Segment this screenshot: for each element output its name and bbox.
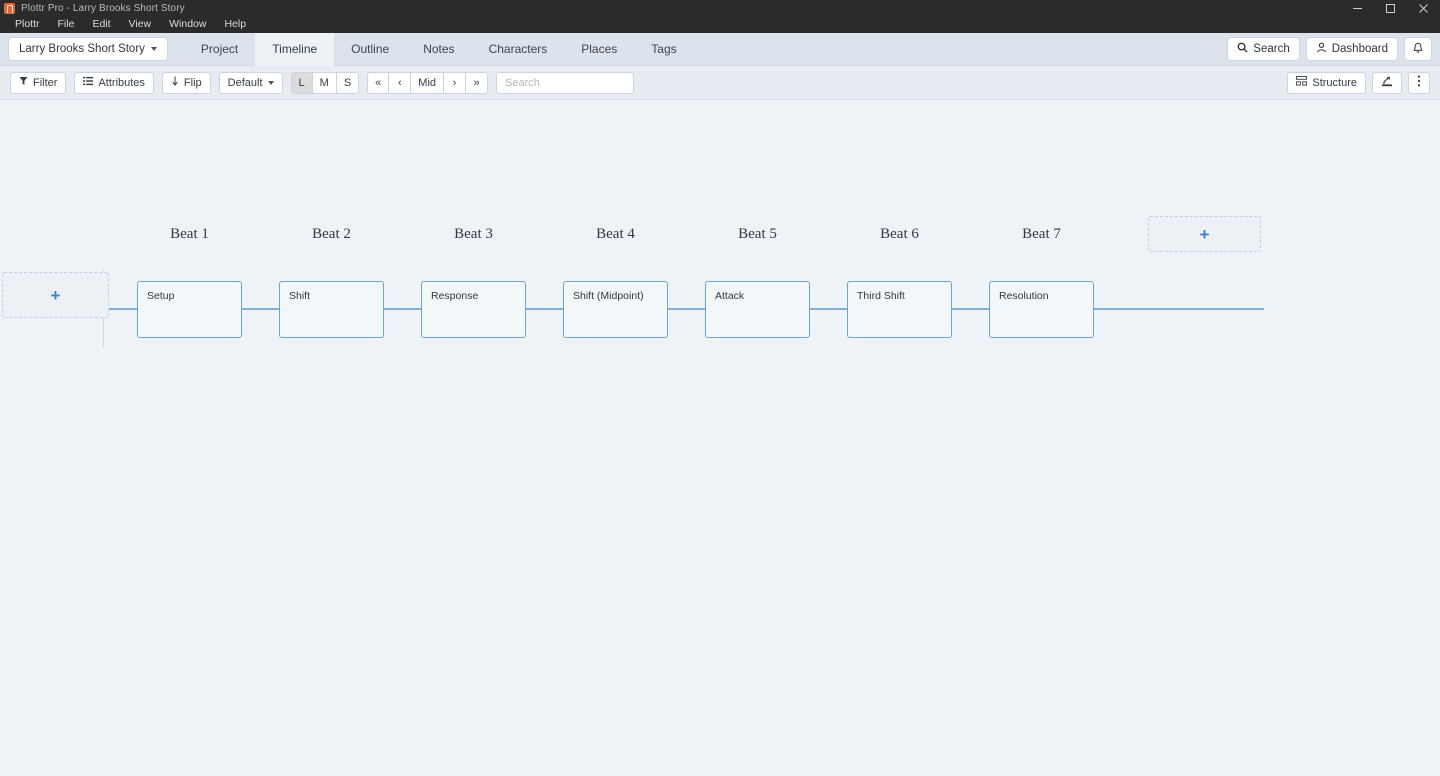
structure-icon [1296, 76, 1308, 89]
size-large-button[interactable]: L [290, 71, 313, 94]
project-selector-label: Larry Brooks Short Story [19, 43, 145, 55]
minimize-icon[interactable] [1341, 0, 1374, 16]
beat-header-5[interactable]: Beat 5 [705, 226, 810, 243]
arrow-down-icon [171, 76, 179, 89]
attributes-label: Attributes [98, 76, 145, 89]
structure-button[interactable]: Structure [1287, 71, 1366, 94]
beat-card-5[interactable]: Attack [705, 281, 810, 338]
export-icon [1381, 76, 1393, 90]
main-tabs: Project Timeline Outline Notes Character… [184, 32, 694, 66]
timeline-canvas: Beat 1 Beat 2 Beat 3 Beat 4 Beat 5 Beat … [0, 100, 1440, 776]
dashboard-button[interactable]: Dashboard [1305, 37, 1398, 61]
vertical-dots-icon [1417, 75, 1421, 90]
plottr-logo-icon [4, 2, 15, 14]
user-icon [1316, 42, 1327, 56]
toolbar-right-actions: Structure [1287, 71, 1430, 94]
attributes-button[interactable]: Attributes [74, 71, 154, 94]
search-button[interactable]: Search [1227, 37, 1300, 61]
add-plotline-button[interactable]: + [2, 272, 109, 318]
add-beat-button[interactable]: + [1148, 216, 1261, 252]
menu-item-help[interactable]: Help [215, 16, 255, 33]
export-button[interactable] [1372, 71, 1402, 94]
default-label: Default [227, 76, 263, 89]
flip-button[interactable]: Flip [161, 71, 211, 94]
navigation-bar: Larry Brooks Short Story Project Timelin… [0, 32, 1440, 66]
filter-label: Filter [33, 76, 58, 89]
search-button-label: Search [1253, 43, 1290, 55]
menu-bar: Plottr File Edit View Window Help [0, 16, 1440, 33]
structure-label: Structure [1312, 76, 1357, 89]
beat-header-7[interactable]: Beat 7 [989, 226, 1094, 243]
beat-header-6[interactable]: Beat 6 [847, 226, 952, 243]
timeline-nav-group: « ‹ Mid › » [367, 71, 489, 94]
default-template-button[interactable]: Default [218, 71, 283, 94]
nav-first-button[interactable]: « [367, 71, 390, 94]
timeline-toolbar: Filter Attributes Flip Default L M S « ‹… [0, 66, 1440, 100]
beat-card-3[interactable]: Response [421, 281, 526, 338]
navbar-actions: Search Dashboard [1227, 37, 1432, 61]
beat-card-7[interactable]: Resolution [989, 281, 1094, 338]
bell-icon [1412, 42, 1424, 57]
tab-timeline[interactable]: Timeline [255, 32, 335, 66]
window-controls [1341, 0, 1440, 16]
plus-icon: + [1199, 224, 1210, 244]
window-title: Plottr Pro - Larry Brooks Short Story [21, 2, 185, 14]
beat-header-3[interactable]: Beat 3 [421, 226, 526, 243]
dashboard-button-label: Dashboard [1331, 43, 1388, 55]
filter-icon [19, 76, 28, 89]
menu-item-file[interactable]: File [49, 16, 84, 33]
menu-item-plottr[interactable]: Plottr [6, 16, 49, 33]
menu-item-edit[interactable]: Edit [83, 16, 119, 33]
tab-project[interactable]: Project [184, 33, 255, 66]
title-bar: Plottr Pro - Larry Brooks Short Story [0, 0, 1440, 16]
beat-header-4[interactable]: Beat 4 [563, 226, 668, 243]
nav-previous-button[interactable]: ‹ [389, 71, 412, 94]
project-selector-button[interactable]: Larry Brooks Short Story [8, 37, 168, 61]
tab-places[interactable]: Places [564, 33, 634, 66]
tab-tags[interactable]: Tags [634, 33, 693, 66]
filter-button[interactable]: Filter [10, 71, 67, 94]
tab-notes[interactable]: Notes [406, 33, 471, 66]
plus-icon: + [50, 285, 61, 305]
menu-item-view[interactable]: View [120, 16, 161, 33]
more-options-button[interactable] [1408, 71, 1430, 94]
beat-header-2[interactable]: Beat 2 [279, 226, 384, 243]
beat-header-1[interactable]: Beat 1 [137, 226, 242, 243]
nav-middle-button[interactable]: Mid [411, 71, 445, 94]
list-icon [83, 76, 94, 89]
tab-outline[interactable]: Outline [334, 33, 406, 66]
nav-next-button[interactable]: › [444, 71, 467, 94]
maximize-icon[interactable] [1374, 0, 1407, 16]
size-small-button[interactable]: S [336, 71, 360, 94]
nav-last-button[interactable]: » [466, 71, 489, 94]
beat-card-2[interactable]: Shift [279, 281, 384, 338]
search-icon [1237, 42, 1248, 56]
close-icon[interactable] [1407, 0, 1440, 16]
tab-characters[interactable]: Characters [472, 33, 565, 66]
size-medium-button[interactable]: M [312, 71, 337, 94]
notifications-button[interactable] [1404, 37, 1432, 61]
timeline-search-input[interactable] [496, 71, 635, 94]
beat-card-1[interactable]: Setup [137, 281, 242, 338]
chevron-down-icon [267, 80, 274, 85]
menu-item-window[interactable]: Window [160, 16, 215, 33]
card-size-group: L M S [290, 71, 360, 94]
beat-card-4[interactable]: Shift (Midpoint) [563, 281, 668, 338]
flip-label: Flip [183, 76, 202, 89]
chevron-down-icon [150, 47, 157, 51]
beat-card-6[interactable]: Third Shift [847, 281, 952, 338]
